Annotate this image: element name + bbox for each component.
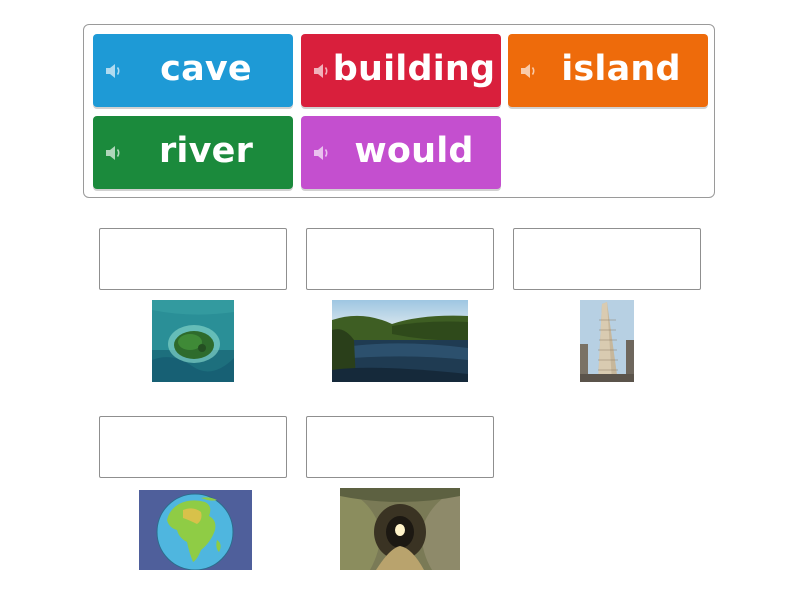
drop-box-cave[interactable]: [306, 416, 494, 478]
word-tile-river[interactable]: river: [93, 116, 293, 189]
word-tile-label: would: [354, 131, 474, 171]
word-tile-cave[interactable]: cave: [93, 34, 293, 107]
word-tile-would[interactable]: would: [301, 116, 501, 189]
word-tile-label: building: [332, 49, 496, 89]
word-tile-label: cave: [160, 49, 252, 89]
word-tile-label: river: [158, 131, 254, 171]
river-photo: [332, 300, 468, 382]
drop-box-globe[interactable]: [99, 416, 287, 478]
cave-tunnel-photo: [340, 488, 460, 570]
drop-box-island[interactable]: [99, 228, 287, 290]
word-bank: cave building island river would: [83, 24, 715, 198]
building-photo: [580, 300, 634, 382]
word-tile-label: island: [561, 49, 681, 89]
word-tile-building[interactable]: building: [301, 34, 501, 107]
word-tile-island[interactable]: island: [508, 34, 708, 107]
drop-box-building[interactable]: [513, 228, 701, 290]
island-photo: [152, 300, 234, 382]
drop-box-river[interactable]: [306, 228, 494, 290]
world-globe-picture: [139, 490, 252, 570]
